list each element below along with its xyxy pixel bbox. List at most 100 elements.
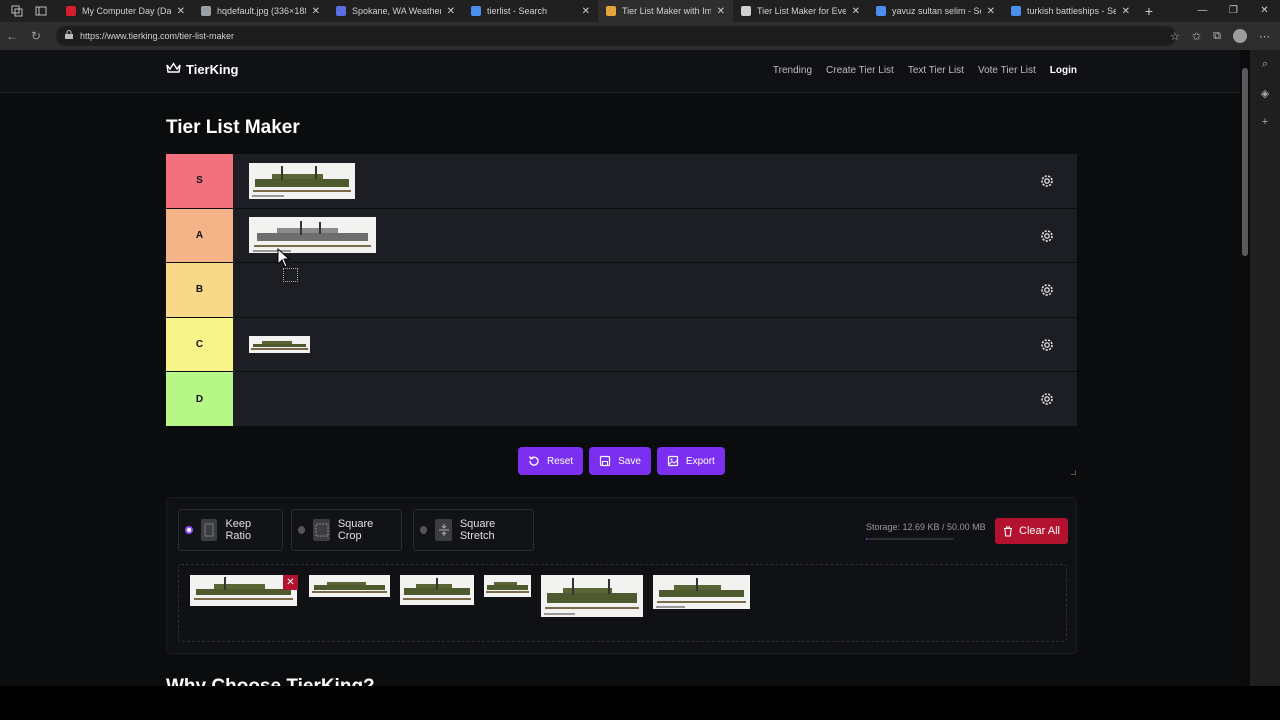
tier-label-d[interactable]: D (166, 372, 233, 426)
gear-icon[interactable] (1039, 173, 1055, 189)
tier-label-c[interactable]: C (166, 317, 233, 372)
ship-image[interactable] (249, 336, 310, 354)
close-tab-icon[interactable]: ✕ (1122, 6, 1130, 17)
tier-row-b[interactable]: B (166, 263, 1077, 318)
site-logo[interactable]: TierKing (166, 62, 239, 77)
tier-row-d[interactable]: D (166, 372, 1077, 427)
tier-row-s[interactable]: S (166, 154, 1077, 209)
new-tab-button[interactable]: + (1138, 3, 1160, 19)
pool-ship-image[interactable] (190, 575, 297, 606)
action-buttons: Reset Save Export (518, 447, 725, 475)
tab-favicon-icon (471, 6, 481, 16)
nav-text-tier-list[interactable]: Text Tier List (908, 65, 964, 76)
tier-list: S A B C D (166, 154, 1077, 427)
export-icon (667, 455, 679, 467)
keep-ratio-radio[interactable] (185, 526, 193, 534)
image-drop-zone[interactable]: ✕ (178, 564, 1067, 642)
reset-button[interactable]: Reset (518, 447, 584, 475)
storage-label: Storage: 12.69 KB / 50.00 MB (866, 522, 986, 532)
favorite-star-icon[interactable]: ☆ (1170, 30, 1180, 43)
close-tab-icon[interactable]: ✕ (447, 6, 455, 17)
profile-avatar[interactable] (1233, 29, 1247, 43)
nav-trending[interactable]: Trending (773, 65, 812, 76)
browser-tab[interactable]: hqdefault.jpg (336×188) ✕ (193, 0, 328, 22)
pool-ship-image[interactable] (400, 575, 474, 605)
refresh-icon[interactable]: ↻ (24, 29, 48, 43)
page-viewport: TierKing Trending Create Tier List Text … (0, 50, 1240, 686)
tier-items-c[interactable] (233, 318, 1077, 372)
tab-actions-icon[interactable] (34, 4, 48, 18)
nav-vote-tier-list[interactable]: Vote Tier List (978, 65, 1036, 76)
tier-items-d[interactable] (233, 372, 1077, 426)
reset-label: Reset (547, 455, 574, 467)
export-button[interactable]: Export (656, 447, 725, 475)
minimize-button[interactable]: — (1187, 0, 1218, 22)
save-button[interactable]: Save (589, 447, 651, 475)
restore-button[interactable]: ❐ (1218, 0, 1249, 22)
keep-ratio-label: Keep Ratio (225, 518, 252, 542)
close-tab-icon[interactable]: ✕ (312, 6, 320, 17)
url-field[interactable]: https://www.tierking.com/tier-list-maker (56, 26, 1176, 46)
back-icon[interactable]: ← (0, 29, 24, 43)
site-info-icon[interactable] (64, 30, 74, 42)
close-tab-icon[interactable]: ✕ (582, 6, 590, 17)
browser-tab[interactable]: tierlist - Search ✕ (463, 0, 598, 22)
pool-ship-image[interactable] (541, 575, 643, 617)
square-crop-radio[interactable] (298, 526, 306, 534)
square-stretch-option[interactable]: Square Stretch (413, 509, 534, 551)
delete-image-button[interactable]: ✕ (283, 575, 298, 590)
square-stretch-radio[interactable] (420, 526, 428, 534)
gear-icon[interactable] (1039, 282, 1055, 298)
browser-tab[interactable]: Tier List Maker for Everyth ✕ (733, 0, 868, 22)
tab-favicon-icon (66, 6, 76, 16)
save-icon (600, 455, 611, 467)
close-window-button[interactable]: ✕ (1249, 0, 1280, 22)
pool-ship-image[interactable] (653, 575, 750, 609)
clear-all-button[interactable]: Clear All (995, 518, 1068, 544)
close-tab-icon[interactable]: ✕ (987, 6, 995, 17)
edge-sidebar: ⌕ ◈ + (1250, 50, 1280, 686)
shopping-tag-icon[interactable]: ◈ (1261, 87, 1269, 100)
close-tab-icon[interactable]: ✕ (852, 6, 860, 17)
page-scrollbar[interactable] (1240, 50, 1250, 686)
scroll-thumb[interactable] (1242, 68, 1248, 256)
nav-create-tier-list[interactable]: Create Tier List (826, 65, 894, 76)
gear-icon[interactable] (1039, 337, 1055, 353)
favorites-icon[interactable]: ✩ (1192, 30, 1201, 43)
browser-tab[interactable]: yavuz sultan selim - Search ✕ (868, 0, 1003, 22)
keep-ratio-option[interactable]: Keep Ratio (178, 509, 283, 551)
main-nav: Trending Create Tier List Text Tier List… (773, 65, 1077, 76)
tier-row-c[interactable]: C (166, 317, 1077, 373)
tab-title: Spokane, WA Weather For (352, 6, 441, 16)
ship-image[interactable] (249, 162, 355, 199)
browser-tab[interactable]: Spokane, WA Weather For ✕ (328, 0, 463, 22)
square-crop-option[interactable]: Square Crop (291, 509, 402, 551)
tier-label-a[interactable]: A (166, 208, 233, 263)
browser-tab[interactable]: My Computer Day (Daly) ✕ (58, 0, 193, 22)
gear-icon[interactable] (1039, 228, 1055, 244)
resize-handle[interactable] (1071, 470, 1076, 475)
ship-image[interactable] (249, 217, 376, 254)
export-label: Export (685, 455, 715, 467)
more-menu-icon[interactable]: ⋯ (1259, 30, 1270, 43)
tier-items-s[interactable] (233, 154, 1077, 208)
browser-tab[interactable]: Tier List Maker with Image ✕ (598, 0, 733, 22)
taskbar-area (0, 686, 1280, 720)
search-icon[interactable]: ⌕ (1262, 58, 1268, 71)
tier-items-b[interactable] (233, 263, 1077, 317)
close-tab-icon[interactable]: ✕ (717, 6, 725, 17)
pool-ship-image[interactable] (309, 575, 390, 597)
pool-ship-image[interactable] (484, 575, 531, 597)
close-tab-icon[interactable]: ✕ (177, 6, 185, 17)
tier-row-a[interactable]: A (166, 208, 1077, 264)
tier-label-s[interactable]: S (166, 154, 233, 208)
tier-label-b[interactable]: B (166, 263, 233, 317)
tab-title: Tier List Maker for Everyth (757, 6, 846, 16)
browser-tab[interactable]: turkish battleships - Search ✕ (1003, 0, 1138, 22)
gear-icon[interactable] (1039, 391, 1055, 407)
add-sidebar-icon[interactable]: + (1262, 116, 1268, 128)
workspaces-icon[interactable] (10, 4, 24, 18)
extensions-icon[interactable]: ⧉ (1213, 30, 1221, 43)
tier-items-a[interactable] (233, 209, 1077, 263)
login-link[interactable]: Login (1050, 65, 1077, 76)
